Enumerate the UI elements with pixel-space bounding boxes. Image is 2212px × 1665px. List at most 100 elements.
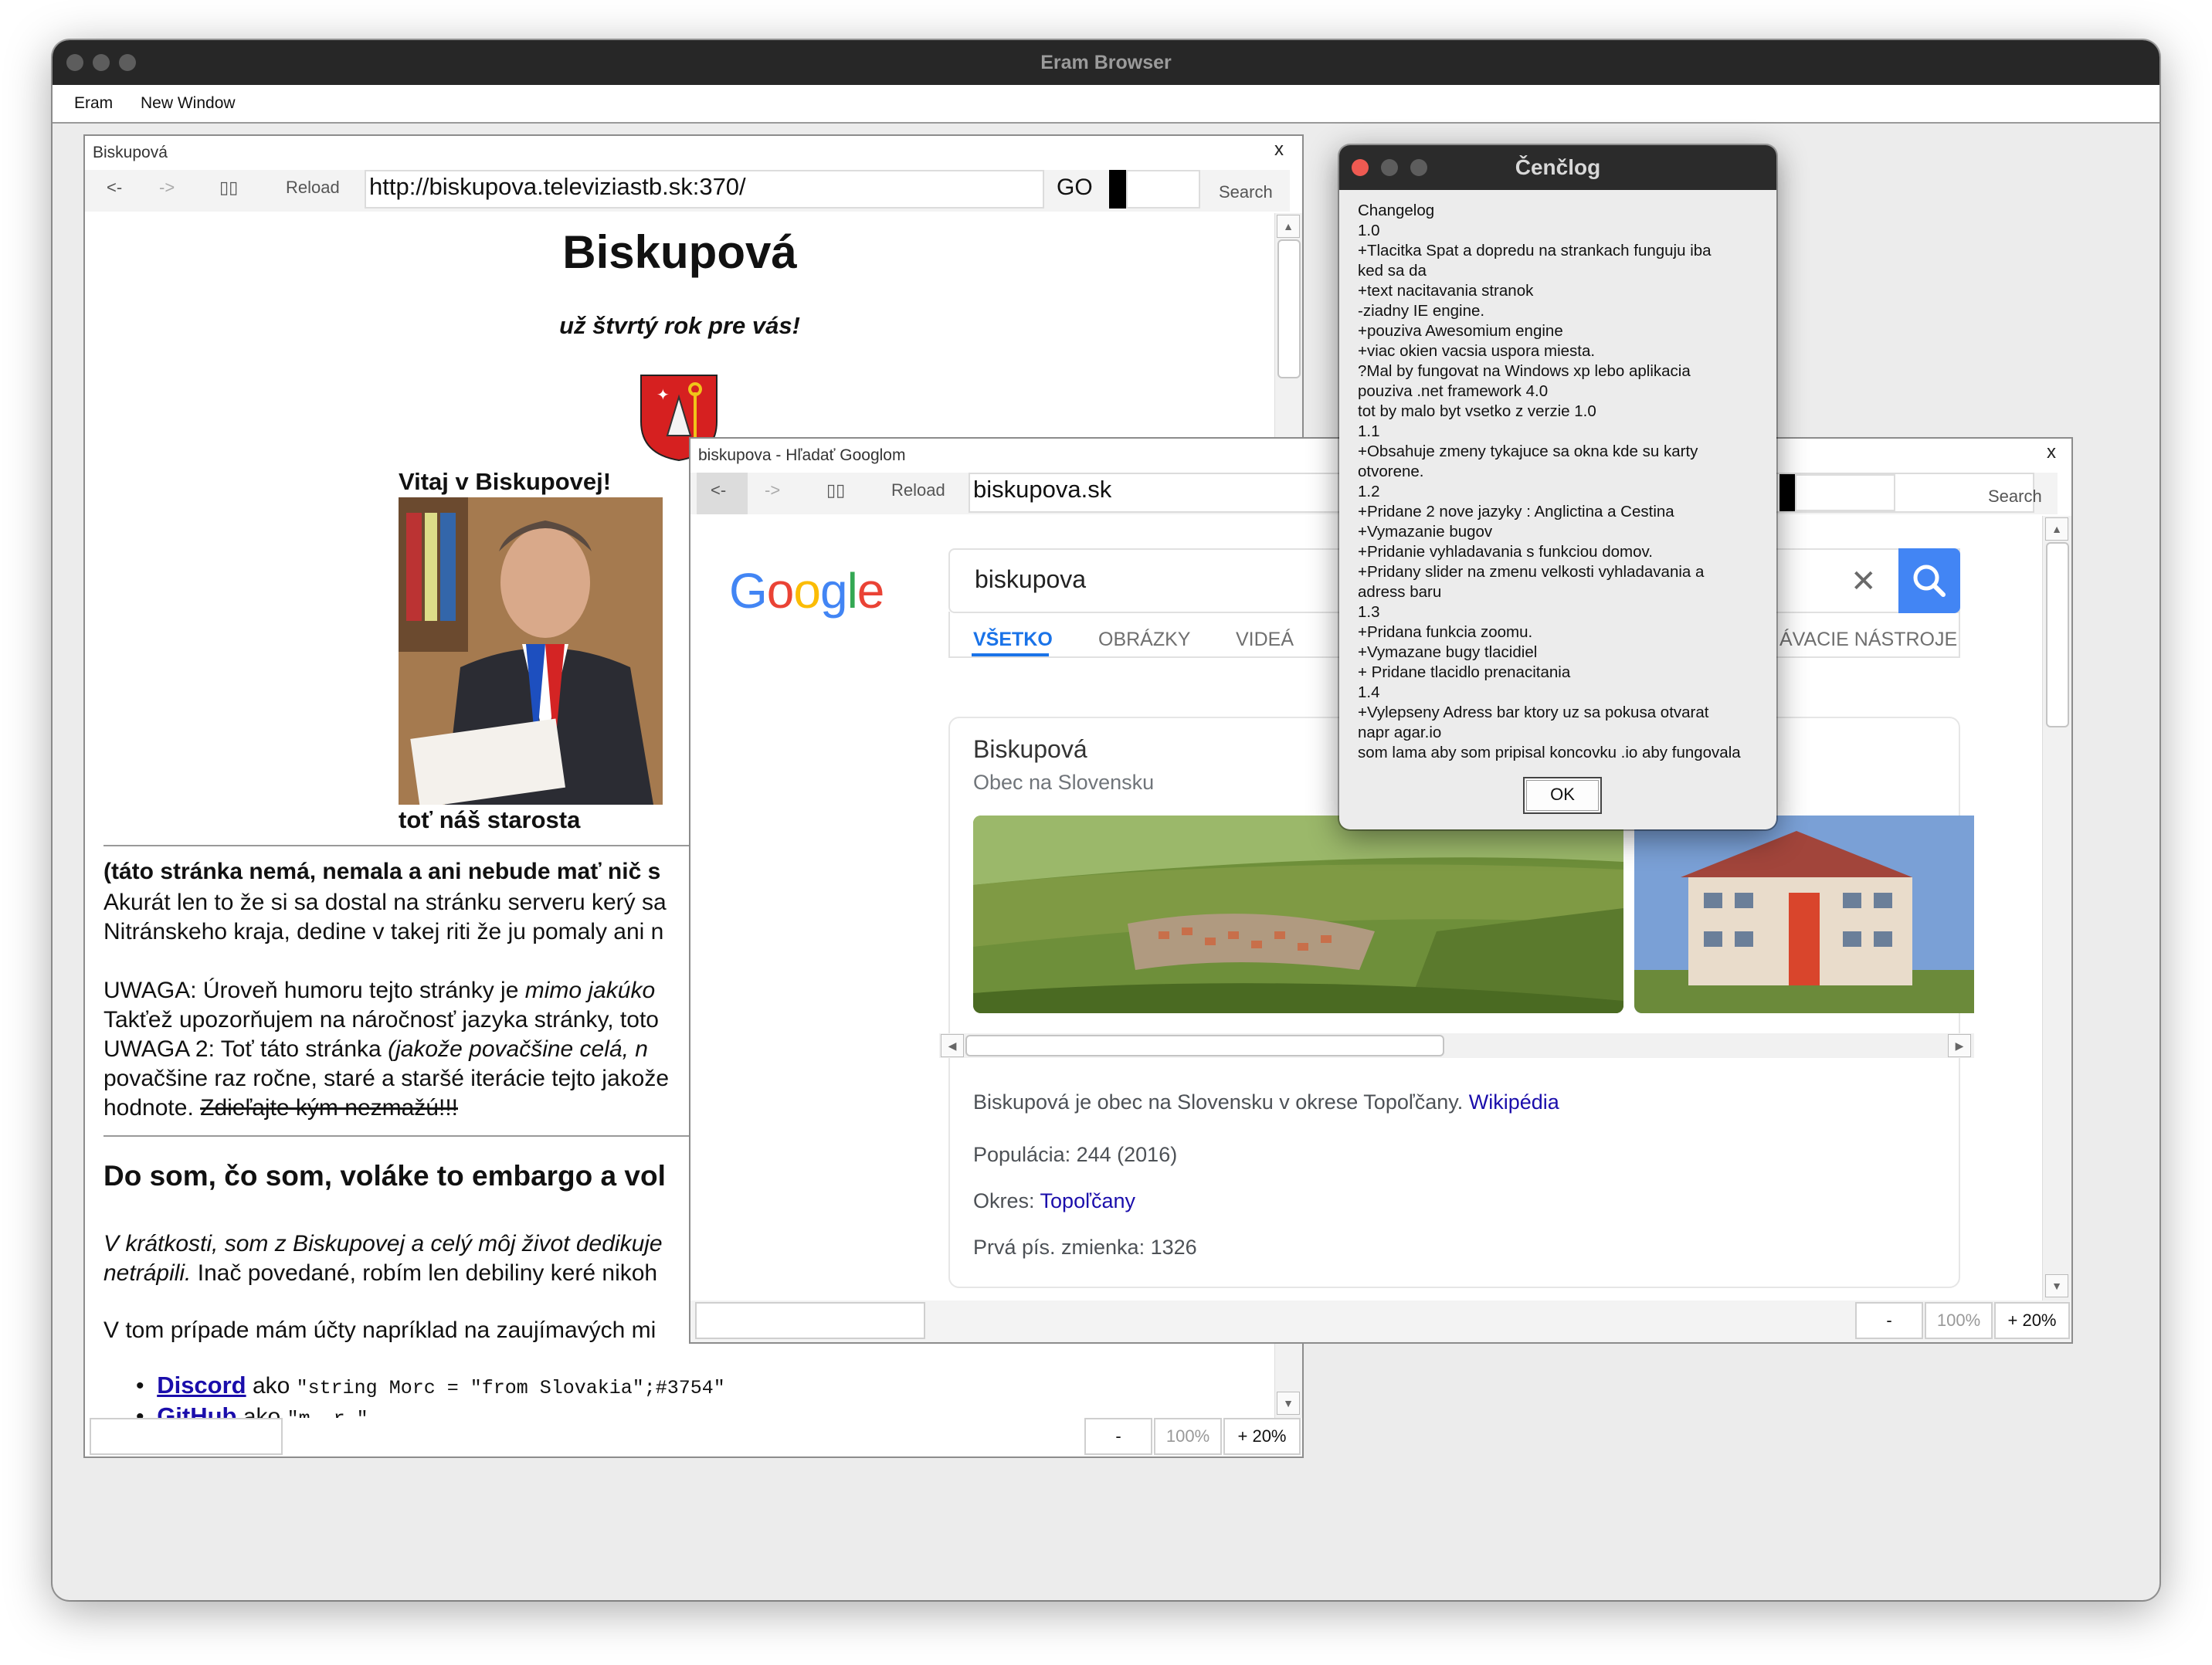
google-logo[interactable]: Google: [729, 562, 884, 619]
reload-button[interactable]: Reload: [891, 480, 945, 500]
zoom-in-button[interactable]: + 20%: [1223, 1418, 1301, 1455]
dialog-title: Čenčlog: [1515, 155, 1601, 179]
svg-text:✦: ✦: [656, 385, 670, 404]
intro-line-2: Nitránskeho kraja, dedine v takej riti ž…: [103, 919, 664, 944]
clear-icon[interactable]: ✕: [1851, 564, 1877, 599]
tab-title[interactable]: Biskupová: [93, 144, 168, 162]
carousel-thumb[interactable]: [965, 1035, 1444, 1056]
photo-caption: toť náš starosta: [399, 806, 581, 833]
building-image[interactable]: [1634, 816, 1974, 1013]
active-tab-indicator: [972, 653, 1049, 656]
para-1-rest: Inač povedané, robím len debiliny keré n…: [197, 1260, 658, 1286]
uwaga2-line-1: UWAGA 2: Toť táto stránka (jakože povačš…: [103, 1036, 648, 1063]
uwaga-1-text: UWAGA: Úroveň humoru tejto stránky je: [103, 978, 519, 1003]
uwaga-2-italic: (jakože povačšine celá, n: [388, 1036, 648, 1062]
tab-images[interactable]: OBRÁZKY: [1098, 629, 1190, 651]
li2-code: "m_ r ": [287, 1408, 368, 1418]
section-heading: Do som, čo som, voláke to embargo a vol: [103, 1160, 666, 1192]
forward-button[interactable]: ->: [159, 178, 175, 198]
disclaimer: (táto stránka nemá, nemala a ani nebude …: [103, 859, 661, 884]
list-item: • GitHub ako "m_ r ": [136, 1402, 368, 1418]
district-link[interactable]: Topoľčany: [1040, 1189, 1135, 1212]
scroll-up-icon[interactable]: ▲: [2045, 517, 2068, 541]
reload-button[interactable]: Reload: [286, 178, 340, 198]
uwaga-1-italic: mimo jakúko: [524, 978, 656, 1003]
kp-description-text: Biskupová je obec na Slovensku v okrese …: [973, 1090, 1464, 1114]
go-button[interactable]: GO: [1057, 175, 1093, 201]
back-button[interactable]: <-: [711, 480, 726, 500]
changelog-dialog: Čenčlog Changelog 1.0 +Tlacitka Spat a d…: [1339, 145, 1776, 829]
scroll-thumb[interactable]: [1277, 239, 1301, 378]
scroll-up-icon[interactable]: ▲: [1277, 215, 1300, 238]
menubar: Eram New Window: [53, 85, 2159, 124]
uwaga-2-end: hodnote.: [103, 1095, 194, 1121]
kp-description: Biskupová je obec na Slovensku v okrese …: [973, 1090, 1559, 1114]
url-field[interactable]: http://biskupova.televiziastb.sk:370/: [365, 170, 1044, 209]
page-subtitle: už štvrtý rok pre vás!: [559, 312, 800, 339]
close-window-button[interactable]: x: [1274, 139, 1284, 161]
page-heading: Biskupová: [562, 226, 797, 278]
first-mention-value: 1326: [1150, 1236, 1197, 1259]
carousel-left-icon[interactable]: ◀: [941, 1034, 964, 1057]
close-window-button[interactable]: x: [2047, 442, 2056, 463]
dialog-titlebar[interactable]: Čenčlog: [1339, 145, 1776, 190]
changelog-text: Changelog 1.0 +Tlacitka Spat a dopredu n…: [1358, 202, 1741, 761]
scroll-down-icon[interactable]: ▼: [2045, 1274, 2068, 1297]
tab-all[interactable]: VŠETKO: [973, 629, 1053, 651]
vertical-scrollbar[interactable]: ▲ ▼: [2042, 516, 2071, 1300]
uwaga2-line-3: hodnote. Zdieľajte kým nezmažú!!!: [103, 1095, 458, 1121]
uwaga-line-1: UWAGA: Úroveň humoru tejto stránky je mi…: [103, 978, 655, 1004]
search-button[interactable]: Search: [1219, 182, 1273, 202]
stop-button[interactable]: ▯▯: [219, 178, 238, 198]
li2-text: ako: [243, 1404, 281, 1418]
intro-line-1: Akurát len to že si sa dostal na stránku…: [103, 890, 667, 915]
menu-new-window[interactable]: New Window: [141, 94, 236, 113]
window-title: Eram Browser: [1040, 52, 1172, 73]
kp-subtitle: Obec na Slovensku: [973, 771, 1155, 794]
google-query[interactable]: biskupova: [975, 565, 1086, 594]
search-field[interactable]: [1126, 170, 1200, 209]
zoom-in-button[interactable]: + 20%: [1994, 1302, 2070, 1339]
scroll-thumb[interactable]: [2046, 542, 2069, 727]
uwaga2-line-2: povačšine raz ročne, staré a staršé iter…: [103, 1066, 670, 1091]
menu-eram[interactable]: Eram: [74, 94, 113, 113]
search-submit-button[interactable]: [1898, 548, 1960, 613]
tab-tools[interactable]: ÁVACIE NÁSTROJE: [1779, 629, 1957, 651]
zoom-out-button[interactable]: -: [1855, 1302, 1923, 1339]
ok-button[interactable]: OK: [1523, 777, 1602, 814]
bullet: •: [136, 1404, 144, 1418]
list-item: • Discord ako "string Morc = "from Slova…: [136, 1372, 725, 1399]
carousel-right-icon[interactable]: ▶: [1948, 1034, 1971, 1057]
kp-district: Okres: Topoľčany: [973, 1189, 1135, 1213]
search-field[interactable]: [1795, 474, 1895, 511]
tab-videos[interactable]: VIDEÁ: [1236, 629, 1294, 651]
carousel-scrollbar[interactable]: ◀ ▶: [939, 1033, 1974, 1058]
zoom-level: 100%: [1154, 1418, 1222, 1455]
first-mention-label: Prvá pís. zmienka:: [973, 1236, 1145, 1259]
stop-button[interactable]: ▯▯: [826, 480, 845, 500]
population-value: 244 (2016): [1076, 1143, 1178, 1166]
main-titlebar[interactable]: Eram Browser: [53, 40, 2159, 85]
size-slider-handle[interactable]: [1779, 474, 1795, 511]
wikipedia-link[interactable]: Wikipédia: [1469, 1090, 1559, 1114]
status-field[interactable]: [90, 1418, 283, 1455]
size-slider-handle[interactable]: [1109, 170, 1126, 209]
kp-population: Populácia: 244 (2016): [973, 1143, 1177, 1167]
forward-button[interactable]: ->: [765, 480, 780, 500]
back-button[interactable]: <-: [107, 178, 122, 198]
li1-text: ako: [252, 1373, 290, 1399]
zoom-level: 100%: [1925, 1302, 1993, 1339]
zoom-out-button[interactable]: -: [1084, 1418, 1152, 1455]
para-1-line-2: netrápili. Inač povedané, robím len debi…: [103, 1260, 657, 1287]
status-field[interactable]: [695, 1302, 925, 1339]
search-button[interactable]: Search: [1988, 487, 2042, 507]
github-link[interactable]: GitHub: [157, 1402, 236, 1418]
para-1-line-1: V krátkosti, som z Biskupovej a celý môj…: [103, 1231, 663, 1256]
aerial-image[interactable]: [973, 816, 1623, 1013]
share-strikethrough: Zdieľajte kým nezmažú!!!: [200, 1095, 458, 1121]
uwaga-line-2: Takťež upozorňujem na náročnosť jazyka s…: [103, 1007, 659, 1033]
discord-link[interactable]: Discord: [157, 1372, 246, 1399]
para-1-italic: netrápili.: [103, 1260, 192, 1286]
tab-title[interactable]: biskupova - Hľadať Googlom: [698, 446, 905, 465]
scroll-down-icon[interactable]: ▼: [1277, 1392, 1300, 1415]
